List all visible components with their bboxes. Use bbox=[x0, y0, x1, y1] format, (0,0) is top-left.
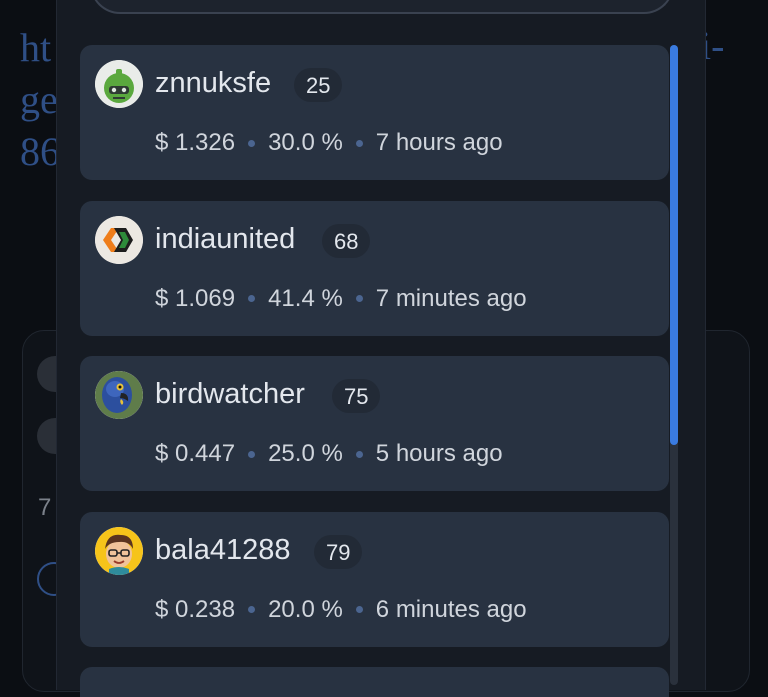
vote-card[interactable]: bala41288 79 $ 0.238 20.0 % 6 minutes ag… bbox=[80, 511, 669, 647]
separator-dot bbox=[248, 606, 256, 613]
reputation-badge: 25 bbox=[294, 68, 343, 102]
vote-meta: $ 1.326 30.0 % 7 hours ago bbox=[155, 129, 503, 157]
separator-dot bbox=[355, 606, 363, 613]
reputation-badge: 79 bbox=[314, 534, 363, 569]
vote-list: znnuksfe 25 $ 1.326 30.0 % 7 hours ago i… bbox=[80, 45, 669, 667]
india-united-logo-icon[interactable] bbox=[95, 215, 143, 264]
vote-card-partial[interactable] bbox=[80, 667, 669, 697]
separator-dot bbox=[248, 139, 256, 147]
robot-avatar-icon[interactable] bbox=[95, 60, 143, 108]
vote-percent: 20.0 % bbox=[268, 595, 343, 623]
vote-value: $ 0.447 bbox=[155, 440, 236, 467]
vote-percent: 25.0 % bbox=[268, 440, 343, 467]
vote-value: $ 1.069 bbox=[155, 284, 236, 312]
separator-dot bbox=[355, 295, 363, 302]
reputation-badge: 68 bbox=[322, 223, 371, 258]
separator-dot bbox=[248, 450, 256, 458]
vote-time: 6 minutes ago bbox=[375, 595, 527, 623]
cartoon-person-avatar-icon[interactable] bbox=[95, 526, 143, 575]
voter-username[interactable]: birdwatcher bbox=[155, 378, 305, 411]
background-link-text: ht ge 86 bbox=[20, 25, 60, 174]
vote-card[interactable]: birdwatcher 75 $ 0.447 25.0 % 5 hours ag… bbox=[80, 356, 669, 491]
separator-dot bbox=[355, 139, 363, 147]
vote-value: $ 0.238 bbox=[155, 595, 236, 623]
scrollbar-thumb[interactable] bbox=[670, 45, 678, 445]
parrot-avatar-icon[interactable] bbox=[95, 371, 143, 419]
voter-username[interactable]: znnuksfe bbox=[155, 67, 271, 100]
vote-meta: $ 0.447 25.0 % 5 hours ago bbox=[155, 440, 503, 468]
modal-header-bar bbox=[90, 0, 674, 14]
vote-time: 5 hours ago bbox=[375, 440, 503, 467]
vote-percent: 30.0 % bbox=[268, 129, 343, 156]
vote-time: 7 minutes ago bbox=[375, 284, 527, 312]
vote-card[interactable]: indiaunited 68 $ 1.069 41.4 % 7 minutes … bbox=[80, 200, 669, 336]
reputation-badge: 75 bbox=[332, 379, 381, 413]
vote-value: $ 1.326 bbox=[155, 129, 236, 156]
vote-meta: $ 0.238 20.0 % 6 minutes ago bbox=[155, 596, 527, 624]
vote-card[interactable]: znnuksfe 25 $ 1.326 30.0 % 7 hours ago bbox=[80, 45, 669, 180]
separator-dot bbox=[248, 295, 256, 302]
voter-username[interactable]: indiaunited bbox=[155, 223, 295, 256]
vote-meta: $ 1.069 41.4 % 7 minutes ago bbox=[155, 285, 527, 313]
vote-percent: 41.4 % bbox=[268, 284, 343, 312]
vote-time: 7 hours ago bbox=[375, 129, 503, 156]
background-count: 7 bbox=[38, 494, 52, 521]
separator-dot bbox=[355, 450, 363, 458]
voter-username[interactable]: bala41288 bbox=[155, 534, 290, 567]
